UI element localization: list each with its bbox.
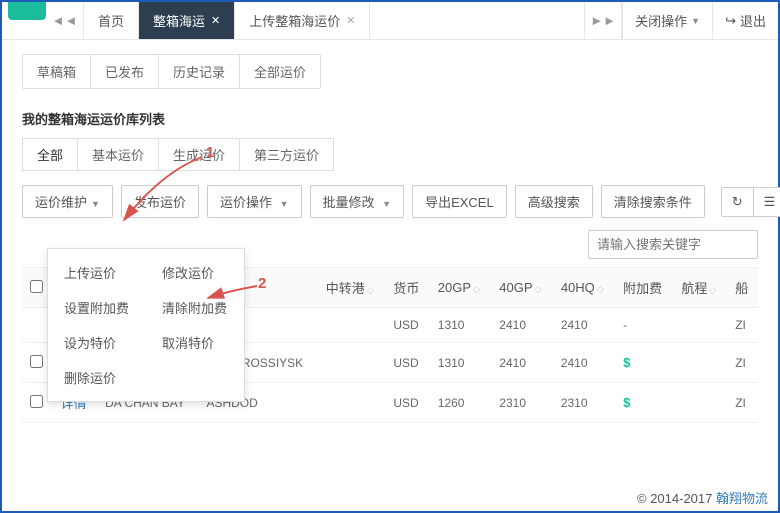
row-checkbox[interactable] <box>30 395 43 408</box>
tab-published[interactable]: 已发布 <box>91 55 159 88</box>
tab-home[interactable]: 首页 <box>84 2 139 39</box>
menu-delete-rate[interactable]: 删除运价 <box>48 360 147 395</box>
list-icon: ☰ <box>764 194 776 209</box>
select-all-checkbox[interactable] <box>30 280 43 293</box>
menu-modify-rate[interactable]: 修改运价 <box>146 255 244 290</box>
close-icon[interactable]: ✕ <box>211 14 220 27</box>
status-tabs: 草稿箱 已发布 历史记录 全部运价 <box>22 54 321 89</box>
columns-dropdown[interactable]: ☰▼ <box>753 187 780 217</box>
menu-set-surcharge[interactable]: 设置附加费 <box>48 290 146 325</box>
menu-upload-rate[interactable]: 上传运价 <box>48 255 146 290</box>
section-title: 我的整箱海运运价库列表 <box>22 109 758 128</box>
brand-tab <box>8 2 46 20</box>
logout-button[interactable]: ↪退出 <box>712 2 778 39</box>
tab-all-rates[interactable]: 全部运价 <box>240 55 320 88</box>
close-ops-dropdown[interactable]: 关闭操作▼ <box>622 2 712 39</box>
advanced-search-button[interactable]: 高级搜索 <box>515 185 593 218</box>
maintain-dropdown-menu: 上传运价 修改运价 设置附加费 清除附加费 设为特价 取消特价 删除运价 <box>47 248 245 402</box>
subtab-basic[interactable]: 基本运价 <box>78 139 159 170</box>
logout-icon: ↪ <box>725 13 736 29</box>
menu-set-special[interactable]: 设为特价 <box>48 325 146 360</box>
subtab-thirdparty[interactable]: 第三方运价 <box>240 139 333 170</box>
search-input[interactable] <box>588 230 758 259</box>
tab-draft[interactable]: 草稿箱 <box>23 55 91 88</box>
tab-history[interactable]: 历史记录 <box>159 55 240 88</box>
tab-fcl-sea[interactable]: 整箱海运✕ <box>139 2 235 39</box>
refresh-icon: ↻ <box>732 194 743 209</box>
export-excel-button[interactable]: 导出EXCEL <box>412 185 507 218</box>
subtab-all[interactable]: 全部 <box>23 139 78 170</box>
nav-next-button[interactable]: ►► <box>584 2 622 39</box>
refresh-button[interactable]: ↻ <box>721 187 753 217</box>
subtab-generated[interactable]: 生成运价 <box>159 139 240 170</box>
menu-clear-surcharge[interactable]: 清除附加费 <box>146 290 244 325</box>
rate-type-tabs: 全部 基本运价 生成运价 第三方运价 <box>22 138 334 171</box>
nav-prev-button[interactable]: ◄◄ <box>46 2 84 39</box>
maintain-rate-dropdown[interactable]: 运价维护▼ <box>22 185 113 218</box>
surcharge-icon[interactable]: $ <box>623 395 630 410</box>
menu-cancel-special[interactable]: 取消特价 <box>146 325 244 360</box>
close-icon[interactable]: ✕ <box>346 14 355 27</box>
clear-search-button[interactable]: 清除搜索条件 <box>601 185 705 218</box>
publish-rate-button[interactable]: 发布运价 <box>121 185 199 218</box>
batch-modify-dropdown[interactable]: 批量修改 ▼ <box>310 185 405 218</box>
row-checkbox[interactable] <box>30 355 43 368</box>
tab-upload-fcl[interactable]: 上传整箱海运价✕ <box>235 2 370 39</box>
footer-link[interactable]: 翰翔物流 <box>716 491 768 506</box>
footer: © 2014-2017 翰翔物流 <box>637 488 768 507</box>
surcharge-icon[interactable]: $ <box>623 355 630 370</box>
rate-operate-dropdown[interactable]: 运价操作 ▼ <box>207 185 302 218</box>
